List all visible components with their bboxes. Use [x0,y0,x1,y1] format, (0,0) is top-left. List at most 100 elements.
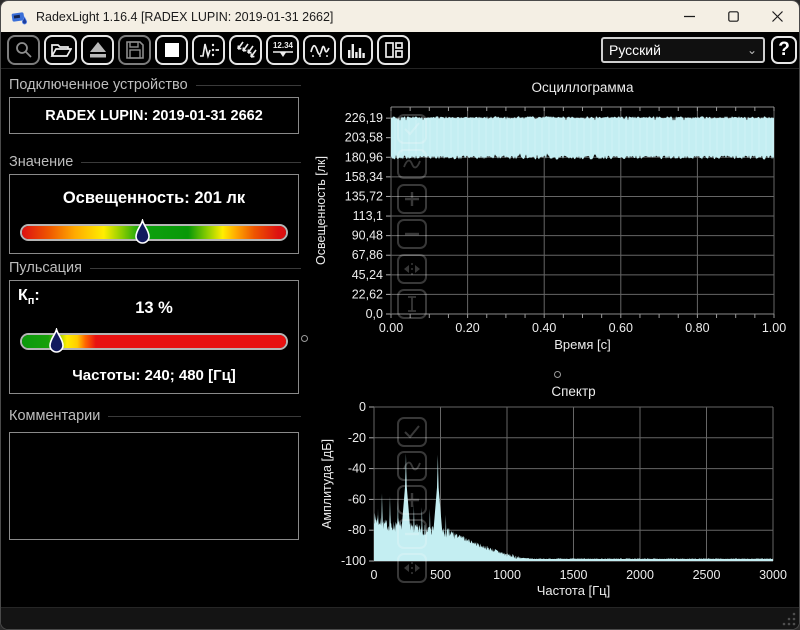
pulse-trace-icon [199,43,219,59]
spec-title: Спектр [551,384,595,399]
illuminance-scale [20,219,288,244]
spectrum-view-button[interactable] [340,35,373,65]
svg-text:0.20: 0.20 [455,321,479,335]
spec-fit-button[interactable] [397,553,427,583]
fit-icon [404,562,420,574]
numeric-display-icon: 12.34 [272,41,293,57]
panel-layout-button[interactable] [377,35,410,65]
help-button[interactable]: ? [771,36,797,64]
value-box: Освещенность: 201 лк [9,174,299,254]
illuminance-reading: Освещенность: 201 лк [62,189,246,207]
chevron-down-icon: ⌄ [746,43,757,57]
oscillogram-chart[interactable]: Осциллограмма 0,0 22,62 45,24 67,86 90,48 113,… [311,76,800,382]
spec-trace-button[interactable] [397,451,427,481]
svg-text:0.40: 0.40 [532,321,556,335]
close-icon [771,11,783,22]
svg-text:90,48: 90,48 [352,229,383,243]
measurement-settings-button[interactable] [192,35,225,65]
svg-text:226,19: 226,19 [345,111,383,125]
check-icon [404,425,420,439]
svg-text:1000: 1000 [493,568,521,582]
pulsation-section-heading: Пульсация [9,260,301,276]
osc-title: Осциллограмма [532,80,634,95]
search-icon [15,42,32,58]
svg-text:Освещенность [лк]: Освещенность [лк] [314,156,328,265]
svg-text:-100: -100 [341,554,366,568]
comments-section-heading: Комментарии [9,408,301,424]
minimize-icon [683,15,695,18]
svg-text:-60: -60 [348,492,366,506]
svg-text:12.34: 12.34 [272,41,293,50]
plus-icon [405,192,419,206]
svg-text:113,1: 113,1 [353,209,383,223]
app-window: RadexLight 1.16.4 [RADEX LUPIN: 2019-01-… [0,0,800,630]
device-section-heading: Подключенное устройство [9,77,301,93]
illuminance-marker-icon [134,219,150,244]
eject-button[interactable] [81,35,114,65]
maximize-button[interactable] [711,1,755,32]
pulsation-marker-icon [49,328,64,353]
svg-text:0: 0 [371,568,378,582]
plus-icon [405,493,419,507]
resize-grip[interactable] [782,612,796,626]
open-file-button[interactable] [44,35,77,65]
pulsation-frequencies: Частоты: 240; 480 [Гц] [72,367,236,384]
svg-text:135,72: 135,72 [345,189,383,203]
ibeam-icon [408,296,416,312]
pulsation-scale [20,328,288,353]
comments-input[interactable] [9,432,299,540]
svg-text:Частота [Гц]: Частота [Гц] [537,583,611,598]
svg-text:0.60: 0.60 [609,321,633,335]
title-bar: RadexLight 1.16.4 [RADEX LUPIN: 2019-01-… [1,1,799,32]
maximize-icon [727,11,739,22]
osc-zoom-out-button[interactable] [397,219,427,249]
osc-fit-button[interactable] [397,254,427,284]
svg-text:0.00: 0.00 [379,321,403,335]
spec-zoom-out-button[interactable] [397,519,427,549]
minus-icon [405,232,419,236]
layout-icon [384,42,403,58]
save-file-button[interactable] [118,35,151,65]
svg-text:Амплитуда [дБ]: Амплитуда [дБ] [320,439,334,529]
device-box: RADEX LUPIN: 2019-01-31 2662 [9,97,299,134]
svg-text:67,86: 67,86 [352,248,383,262]
wave-icon [403,461,421,471]
svg-text:2000: 2000 [626,568,654,582]
svg-text:180,96: 180,96 [345,150,383,164]
svg-text:0.80: 0.80 [685,321,709,335]
language-value: Русский [609,42,661,58]
eject-icon [89,42,106,58]
illuminance-gradient [22,226,286,239]
spec-select-button[interactable] [397,417,427,447]
svg-text:500: 500 [430,568,451,582]
open-folder-icon [50,44,72,57]
device-name: RADEX LUPIN: 2019-01-31 2662 [45,107,263,124]
svg-text:-80: -80 [348,523,366,537]
osc-select-button[interactable] [397,114,427,144]
toolbar: 12.34 Русский ⌄ ? [1,32,799,69]
status-bar [1,607,799,629]
svg-text:203,58: 203,58 [345,131,383,145]
svg-text:-40: -40 [348,462,366,476]
osc-trace-button[interactable] [397,149,427,179]
close-button[interactable] [755,1,799,32]
value-section-heading: Значение [9,154,301,170]
osc-cursor-button[interactable] [397,289,427,319]
svg-text:22,62: 22,62 [352,287,383,301]
svg-text:0: 0 [359,400,366,414]
svg-text:158,34: 158,34 [345,170,383,184]
spec-zoom-in-button[interactable] [397,485,427,515]
osc-zoom-in-button[interactable] [397,184,427,214]
numeric-display-button[interactable]: 12.34 [266,35,299,65]
stop-icon [164,43,179,57]
fit-icon [404,263,420,275]
oscillogram-view-button[interactable] [303,35,336,65]
window-title: RadexLight 1.16.4 [RADEX LUPIN: 2019-01-… [36,9,334,24]
minimize-button[interactable] [667,1,711,32]
stop-button[interactable] [155,35,188,65]
language-select[interactable]: Русский ⌄ [601,37,765,63]
search-device-button[interactable] [7,35,40,65]
sweep-mode-button[interactable] [229,35,262,65]
spectrum-chart[interactable]: Спектр 0 -20 -40 -60 -80 -100 0 500 1000 1500 2000 2… [311,382,800,609]
vertical-splitter-handle[interactable] [301,335,308,342]
